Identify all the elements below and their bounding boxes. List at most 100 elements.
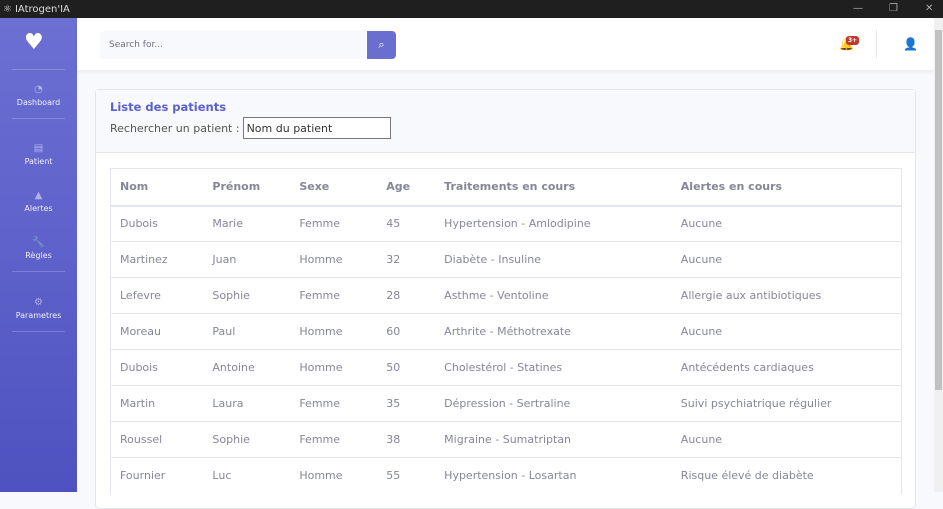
sidebar-item-label: Règles: [25, 251, 52, 260]
table-cell: Aucune: [671, 421, 902, 458]
title-bar: ⚛ IAtrogen'IA — ❐ ✕: [0, 0, 943, 18]
table-cell: Allergie aux antibiotiques: [671, 277, 902, 314]
id-card-icon: ▤: [33, 143, 44, 154]
table-cell: Dépression - Sertraline: [435, 385, 672, 422]
column-header: Prénom: [203, 168, 291, 207]
divider: [12, 271, 65, 272]
table-cell: Homme: [290, 241, 378, 278]
minimize-button[interactable]: —: [853, 0, 863, 18]
table-cell: Dubois: [110, 349, 204, 386]
sidebar-item-label: Patient: [24, 157, 53, 166]
table-cell: 55: [377, 457, 436, 494]
divider: [876, 30, 877, 58]
column-header: Alertes en cours: [671, 168, 902, 207]
maximize-button[interactable]: ❐: [889, 0, 898, 18]
table-cell: 32: [377, 241, 436, 278]
table-cell: Femme: [290, 421, 378, 458]
table-cell: 60: [377, 313, 436, 350]
sidebar-item-parametres[interactable]: ⚙ Parametres: [0, 297, 77, 320]
patients-table: Nom Prénom Sexe Age Traitements en cours Aler…: [110, 168, 902, 494]
table-cell: Diabète - Insuline: [435, 241, 672, 278]
table-cell: Arthrite - Méthotrexate: [435, 313, 672, 350]
divider: [12, 118, 65, 119]
table-cell: Hypertension - Amlodipine: [435, 205, 672, 242]
table-cell: Antoine: [203, 349, 291, 386]
table-cell: 28: [377, 277, 436, 314]
sidebar-item-label: Alertes: [24, 204, 53, 213]
table-cell: Luc: [203, 457, 291, 494]
column-header: Sexe: [290, 168, 378, 207]
sidebar-item-patient[interactable]: ▤ Patient: [0, 143, 77, 166]
gauge-icon: ◔: [34, 84, 43, 95]
window-title: IAtrogen'IA: [14, 3, 70, 15]
card-header: Liste des patients Rechercher un patient…: [96, 90, 915, 153]
table-row[interactable]: Fournier Luc Homme 55 Hypertension - Losarta…: [110, 457, 902, 494]
card-title: Liste des patients: [110, 100, 227, 114]
table-row[interactable]: Dubois Marie Femme 45 Hypertension - Amlodip…: [110, 205, 902, 242]
search-input[interactable]: Search for...: [100, 31, 366, 59]
table-cell: Asthme - Ventoline: [435, 277, 672, 314]
search-label: Rechercher un patient :: [110, 121, 240, 135]
notification-badge: 3+: [846, 36, 860, 45]
table-cell: 45: [377, 205, 436, 242]
table-row[interactable]: Roussel Sophie Femme 38 Migraine - Sumatript…: [110, 421, 902, 458]
table-cell: Homme: [290, 457, 378, 494]
sidebar-item-label: Parametres: [15, 311, 62, 320]
table-cell: Sophie: [203, 421, 291, 458]
sidebar-item-dashboard[interactable]: ◔ Dashboard: [0, 84, 77, 107]
sidebar: ♥ ◔ Dashboard ▤ Patient ▲ Alertes 🔧 Règles ⚙…: [0, 18, 77, 492]
gear-icon: ⚙: [34, 297, 43, 308]
table-cell: Aucune: [671, 241, 902, 278]
patient-search-input[interactable]: [242, 117, 391, 139]
table-cell: 50: [377, 349, 436, 386]
table-cell: Femme: [290, 277, 378, 314]
divider: [12, 69, 65, 70]
table-cell: Homme: [290, 313, 378, 350]
close-button[interactable]: ✕: [925, 0, 933, 18]
table-cell: Femme: [290, 385, 378, 422]
sidebar-item-alertes[interactable]: ▲ Alertes: [0, 190, 77, 213]
column-header: Age: [377, 168, 436, 207]
table-cell: Hypertension - Losartan: [435, 457, 672, 494]
table-cell: Fournier: [110, 457, 204, 494]
table-cell: Martinez: [110, 241, 204, 278]
table-cell: Roussel: [110, 421, 204, 458]
heart-pulse-logo-icon[interactable]: ♥: [24, 30, 44, 55]
table-cell: Laura: [203, 385, 291, 422]
table-cell: Juan: [203, 241, 291, 278]
table-cell: Migraine - Sumatriptan: [435, 421, 672, 458]
table-cell: Lefevre: [110, 277, 204, 314]
sidebar-item-regles[interactable]: 🔧 Règles: [0, 237, 77, 260]
app-icon: ⚛: [3, 3, 12, 15]
user-icon[interactable]: 👤: [903, 37, 918, 51]
table-cell: Aucune: [671, 313, 902, 350]
warning-icon: ▲: [34, 190, 43, 201]
table-row[interactable]: Dubois Antoine Homme 50 Cholestérol - Statin…: [110, 349, 902, 386]
table-row[interactable]: Martin Laura Femme 35 Dépression - Sertralin…: [110, 385, 902, 422]
table-row[interactable]: Martinez Juan Homme 32 Diabète - Insuline Auc…: [110, 241, 902, 278]
wrench-icon: 🔧: [32, 237, 45, 248]
table-row[interactable]: Moreau Paul Homme 60 Arthrite - Méthotrexate…: [110, 313, 902, 350]
table-cell: Moreau: [110, 313, 204, 350]
table-cell: 38: [377, 421, 436, 458]
topbar: Search for... ⌕ 🔔 3+ 👤: [77, 18, 934, 70]
scrollbar-thumb[interactable]: [935, 30, 942, 390]
table-cell: Risque élevé de diabète: [671, 457, 902, 494]
search-icon: ⌕: [378, 38, 385, 51]
column-header: Traitements en cours: [435, 168, 672, 207]
table-cell: Aucune: [671, 205, 902, 242]
column-header: Nom: [110, 168, 204, 207]
patients-card: Liste des patients Rechercher un patient…: [95, 89, 916, 509]
table-cell: Martin: [110, 385, 204, 422]
divider: [12, 331, 65, 332]
table-header-row: Nom Prénom Sexe Age Traitements en cours Aler…: [110, 168, 902, 207]
table-cell: Dubois: [110, 205, 204, 242]
sidebar-item-label: Dashboard: [16, 98, 61, 107]
table-cell: Paul: [203, 313, 291, 350]
table-cell: Femme: [290, 205, 378, 242]
table-cell: 35: [377, 385, 436, 422]
search-button[interactable]: ⌕: [367, 31, 396, 59]
table-row[interactable]: Lefevre Sophie Femme 28 Asthme - Ventoline Al…: [110, 277, 902, 314]
table-cell: Homme: [290, 349, 378, 386]
table-cell: Sophie: [203, 277, 291, 314]
